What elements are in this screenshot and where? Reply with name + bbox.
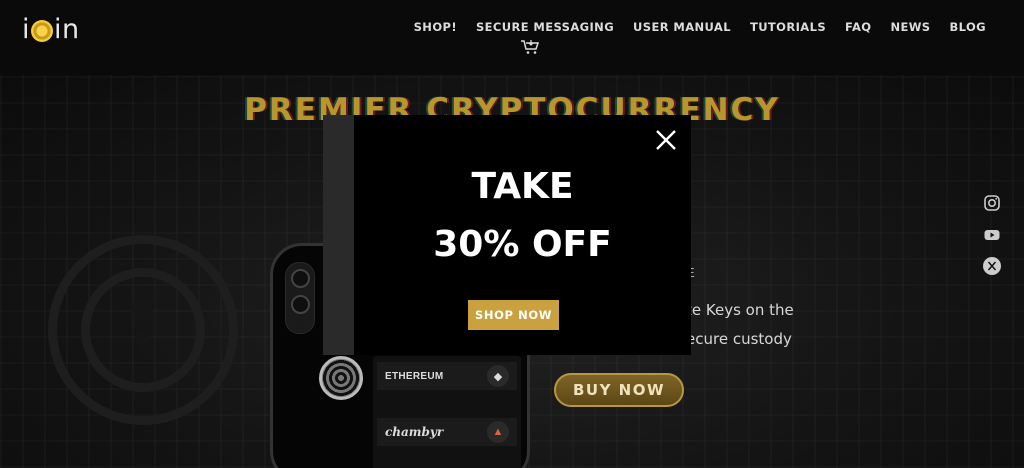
nav-blog[interactable]: BLOG bbox=[950, 20, 987, 34]
coin-icon bbox=[31, 19, 54, 42]
shop-now-button[interactable]: SHOP NOW bbox=[468, 300, 559, 330]
nav-news[interactable]: NEWS bbox=[890, 20, 930, 34]
list-item: ETHEREUM ◆ bbox=[377, 362, 517, 390]
modal-heading-line2: 30% OFF bbox=[433, 224, 612, 265]
site-header: i in SHOP! SECURE MESSAGING USER MANUAL … bbox=[0, 0, 1024, 75]
row-label: chambyr bbox=[385, 425, 444, 439]
youtube-icon[interactable] bbox=[982, 225, 1002, 245]
buy-now-button[interactable]: BUY NOW bbox=[554, 373, 684, 407]
lock-logo-icon bbox=[319, 356, 363, 400]
hero-tagline-line2: ecure custody bbox=[686, 330, 792, 348]
hero-tagline-line1: te Keys on the bbox=[686, 301, 794, 319]
logo-text-end: in bbox=[54, 14, 80, 45]
camera-module bbox=[285, 262, 315, 334]
nav-tutorials[interactable]: TUTORIALS bbox=[750, 20, 826, 34]
camera-lens-icon bbox=[291, 295, 310, 314]
nav-shop[interactable]: SHOP! bbox=[414, 20, 457, 34]
list-item: chambyr ▲ bbox=[377, 418, 517, 446]
main-nav: SHOP! SECURE MESSAGING USER MANUAL TUTOR… bbox=[414, 20, 986, 34]
nav-secure-messaging[interactable]: SECURE MESSAGING bbox=[476, 20, 614, 34]
nav-faq[interactable]: FAQ bbox=[845, 20, 871, 34]
close-icon[interactable] bbox=[654, 128, 678, 152]
cart-icon[interactable] bbox=[520, 39, 540, 55]
logo-text-start: i bbox=[22, 14, 31, 45]
modal-heading-line1: TAKE bbox=[471, 166, 574, 207]
row-label: ETHEREUM bbox=[385, 370, 444, 382]
x-icon[interactable] bbox=[982, 256, 1002, 276]
icoin-logo[interactable]: i in bbox=[22, 14, 80, 45]
modal-side-strip bbox=[323, 115, 355, 355]
instagram-icon[interactable] bbox=[982, 193, 1002, 213]
nav-user-manual[interactable]: USER MANUAL bbox=[633, 20, 731, 34]
phone-screen: ETHEREUM ◆ chambyr ▲ bbox=[373, 356, 521, 468]
maze-lock-background bbox=[48, 235, 238, 425]
torch-icon: ▲ bbox=[487, 421, 509, 443]
camera-lens-icon bbox=[291, 269, 310, 288]
ethereum-icon: ◆ bbox=[487, 365, 509, 387]
